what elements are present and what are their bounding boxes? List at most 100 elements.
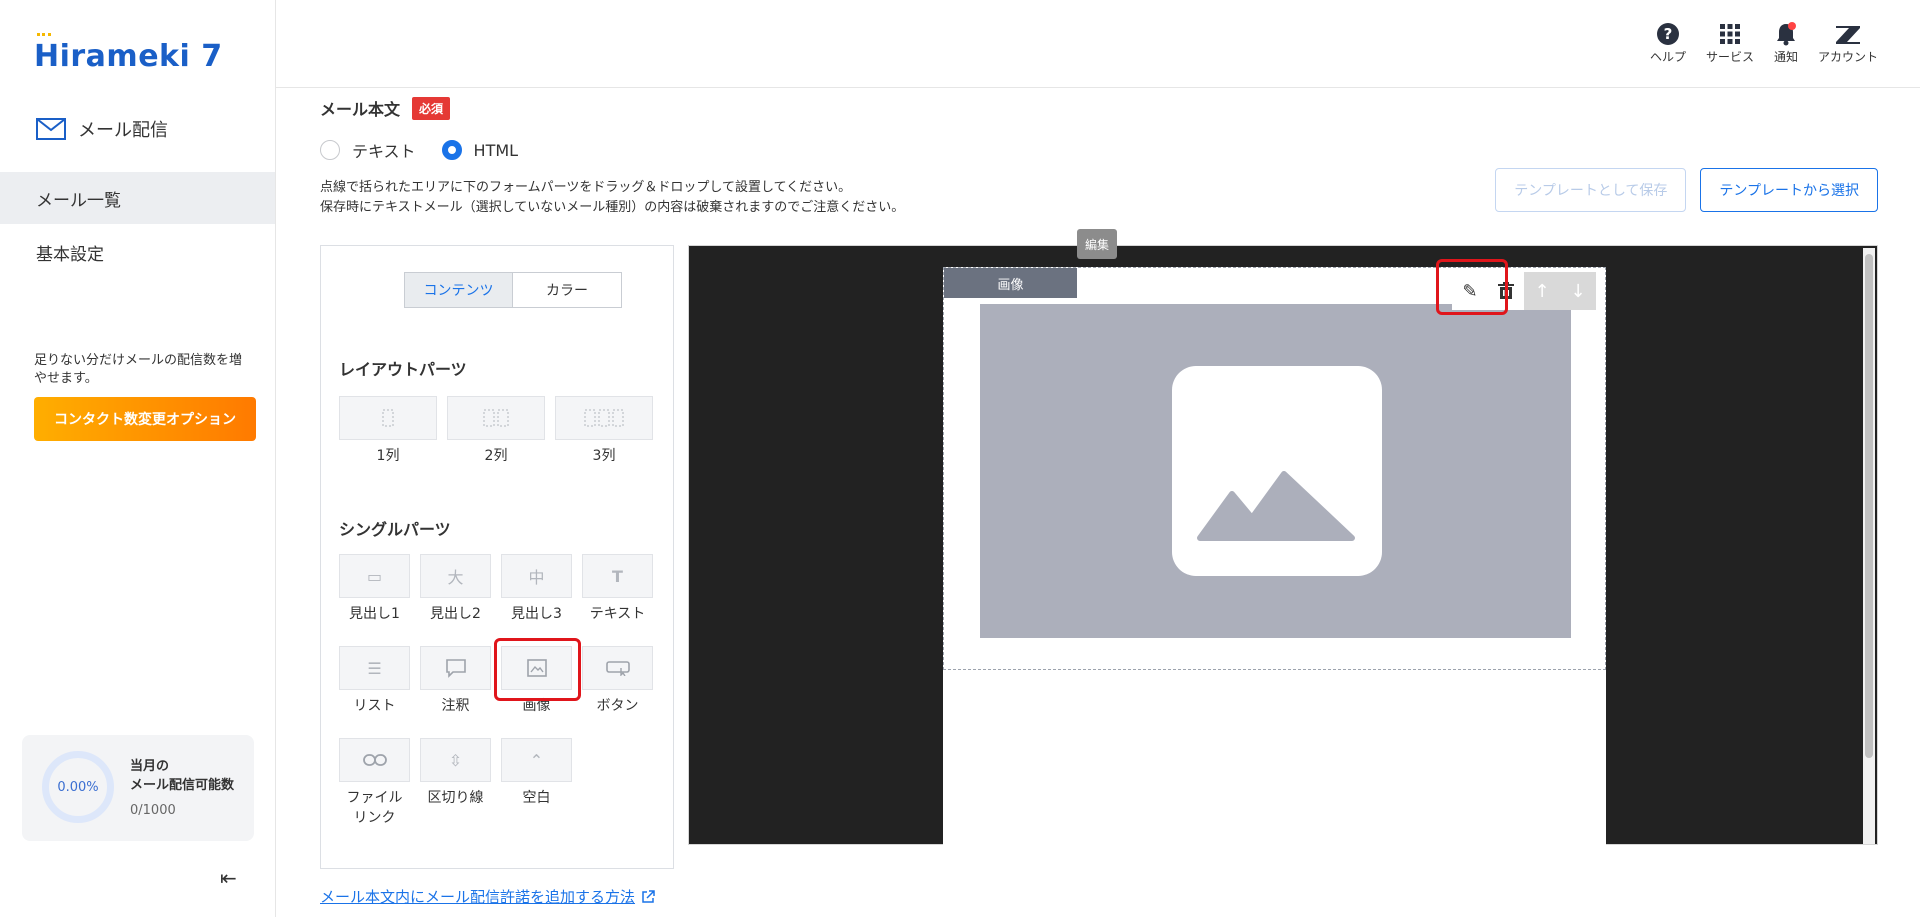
heading1-label: 見出し1 (349, 606, 400, 622)
quota-card: 0.00% 当月の メール配信可能数 0/1000 (22, 735, 254, 841)
button-icon (605, 661, 630, 676)
spacer-icon: ⌃ (529, 750, 544, 770)
required-badge: 必須 (412, 96, 451, 120)
divider-tile[interactable]: ⇳ (420, 738, 491, 782)
divider-icon: ⇳ (448, 750, 463, 770)
radio-text-label: テキスト (352, 142, 416, 161)
contact-option-button[interactable]: コンタクト数変更オプション (34, 397, 256, 441)
top-bar: ? ヘルプ サービス 通知 アカウント (276, 0, 1920, 88)
quota-count: 0/1000 (130, 803, 176, 818)
external-link-icon (642, 889, 655, 903)
help-button[interactable]: ? ヘルプ (1650, 20, 1686, 65)
template-buttons: テンプレートとして保存 テンプレートから選択 (1495, 168, 1878, 212)
sidebar-item-mail-list[interactable]: メール一覧 (0, 172, 275, 224)
nav-mail-delivery-label: メール配信 (78, 120, 168, 141)
heading2-tile[interactable]: 大 (420, 554, 491, 598)
file-link-label: ファイル リンク (346, 790, 403, 826)
email-editor-canvas: 画像 ✎ ↑ ↓ (688, 245, 1878, 846)
instructions-line1: 点線で括られたエリアに下のフォームパーツをドラッグ＆ドロップして設置してください… (320, 180, 852, 195)
editor-scroll-thumb[interactable] (1865, 254, 1873, 758)
radio-html-circle[interactable] (441, 140, 462, 160)
upgrade-note: 足りない分だけメールの配信数を増やせます。 (34, 353, 243, 386)
three-column-icon (584, 409, 624, 427)
sidebar-item-basic-settings[interactable]: 基本設定 (0, 226, 275, 278)
field-title: メール本文 (320, 100, 401, 119)
spacer-tile[interactable]: ⌃ (501, 738, 572, 782)
sidebar-item-label: メール一覧 (36, 190, 121, 211)
move-down-icon[interactable]: ↓ (1560, 272, 1596, 310)
radio-text[interactable]: テキスト (320, 138, 416, 162)
help-icon: ? (1656, 20, 1680, 48)
services-button[interactable]: サービス (1706, 20, 1754, 65)
comment-label: 注釈 (441, 698, 470, 714)
text-tile[interactable]: T (582, 554, 653, 598)
main-content: メール本文 必須 テキスト HTML 点線で括られたエリアに下のフォームパーツを… (320, 88, 1878, 917)
tab-contents[interactable]: コンテンツ (405, 273, 513, 307)
link-icon (362, 754, 387, 766)
save-template-button[interactable]: テンプレートとして保存 (1495, 168, 1687, 212)
sidebar-item-label: 基本設定 (36, 244, 104, 265)
radio-html[interactable]: HTML (441, 138, 518, 162)
layout-3col-tile[interactable] (555, 396, 653, 440)
parts-tabs: コンテンツ カラー (404, 272, 622, 308)
nav-mail-delivery[interactable]: メール配信 (36, 116, 168, 142)
heading3-tile[interactable]: 中 (501, 554, 572, 598)
spacer-label: 空白 (522, 790, 551, 806)
image-block[interactable]: 画像 ✎ ↑ ↓ (943, 267, 1606, 670)
account-label: アカウント (1817, 50, 1878, 64)
divider-label: 区切り線 (427, 790, 484, 806)
text-icon: T (612, 566, 623, 586)
one-column-icon (382, 409, 394, 427)
instructions: 点線で括られたエリアに下のフォームパーツをドラッグ＆ドロップして設置してください… (320, 178, 904, 218)
format-radio-group: テキスト HTML (320, 138, 518, 162)
file-link-tile[interactable] (339, 738, 410, 782)
comment-tile[interactable] (420, 646, 491, 690)
radio-text-circle[interactable] (320, 140, 340, 160)
envelope-icon (36, 118, 66, 140)
permission-help-link-text[interactable]: メール本文内にメール配信許諾を追加する方法 (320, 886, 635, 907)
field-header: メール本文 必須 (320, 96, 451, 120)
parts-panel: コンテンツ カラー レイアウトパーツ 1列 2列 3列 シングルパーツ ▭ 見出… (320, 245, 674, 869)
image-placeholder-icon (1172, 366, 1382, 576)
layout-2col-tile[interactable] (447, 396, 545, 440)
layout-3col-label: 3列 (592, 448, 616, 464)
help-label: ヘルプ (1649, 50, 1686, 64)
move-up-icon[interactable]: ↑ (1524, 272, 1560, 310)
quota-ring: 0.00% (42, 751, 114, 823)
button-label: ボタン (596, 698, 639, 714)
email-sheet: 画像 ✎ ↑ ↓ (943, 267, 1606, 846)
button-tile[interactable] (582, 646, 653, 690)
list-icon: ☰ (367, 658, 382, 678)
svg-text:?: ? (1664, 25, 1673, 43)
logo-text: Hirameki 7 (34, 33, 223, 74)
image-placeholder[interactable] (980, 304, 1571, 638)
notification-button[interactable]: 通知 (1774, 20, 1798, 65)
layout-1col-tile[interactable] (339, 396, 437, 440)
quota-label-line2: メール配信可能数 (130, 778, 235, 793)
bell-icon (1775, 20, 1797, 48)
layout-2col-label: 2列 (484, 448, 508, 464)
tab-color[interactable]: カラー (513, 273, 621, 307)
notification-label: 通知 (1773, 50, 1798, 64)
header-icons: ? ヘルプ サービス 通知 アカウント (1650, 20, 1878, 65)
layout-1col-label: 1列 (376, 448, 400, 464)
list-tile[interactable]: ☰ (339, 646, 410, 690)
heading3-icon: 中 (528, 568, 545, 587)
editor-scrollbar[interactable] (1863, 248, 1875, 844)
services-label: サービス (1705, 50, 1754, 64)
permission-help-link[interactable]: メール本文内にメール配信許諾を追加する方法 (320, 886, 655, 907)
text-label: テキスト (589, 606, 646, 622)
zendesk-icon (1835, 20, 1861, 48)
collapse-left-icon[interactable]: ⇤ (220, 866, 237, 890)
heading1-icon: ▭ (366, 566, 383, 586)
heading1-tile[interactable]: ▭ (339, 554, 410, 598)
instructions-line2: 保存時にテキストメール（選択していないメール種別）の内容は破棄されますのでご注意… (320, 200, 905, 215)
grid-icon (1719, 20, 1740, 48)
logo[interactable]: Hirameki 7 (34, 33, 223, 74)
account-button[interactable]: アカウント (1818, 20, 1878, 65)
comment-icon (445, 659, 466, 678)
select-template-button[interactable]: テンプレートから選択 (1700, 168, 1878, 212)
edit-button-highlight (1436, 259, 1508, 315)
two-column-icon (483, 409, 509, 427)
edit-tooltip: 編集 (1077, 229, 1118, 259)
